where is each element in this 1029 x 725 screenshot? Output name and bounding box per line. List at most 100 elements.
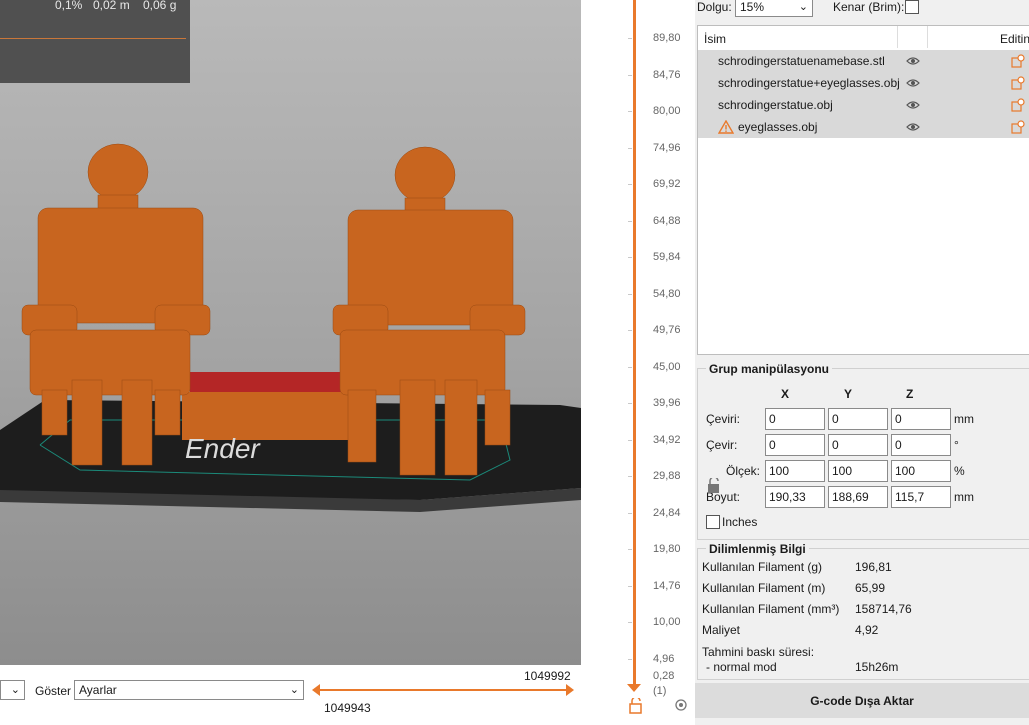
layer-slider-track[interactable] <box>633 0 636 690</box>
edit-settings-icon[interactable] <box>1011 98 1025 112</box>
object-name: eyeglasses.obj <box>738 120 818 134</box>
layer-height-label: 14,76 <box>653 579 681 592</box>
slider-left-thumb <box>312 684 320 696</box>
manip-row-label: Ölçek: <box>726 464 761 478</box>
export-gcode-button[interactable]: G-code Dışa Aktar <box>695 683 1029 718</box>
settings-cog-icon[interactable] <box>674 698 688 712</box>
group-manipulation: Grup manipülasyonu X Y Z Çeviri: 0 0 0 mm Çev… <box>697 362 1029 540</box>
manip-unit: mm <box>954 412 974 426</box>
infill-value: 15% <box>740 0 765 14</box>
manip-field[interactable]: 100 <box>891 460 951 482</box>
eye-icon[interactable] <box>906 100 920 110</box>
manip-field[interactable]: 190,33 <box>765 486 825 508</box>
goster-select[interactable]: Ayarlar ⌄ <box>74 680 304 700</box>
layer-height-label: 54,80 <box>653 287 681 300</box>
layer-height-label: 80,00 <box>653 105 681 117</box>
layer-tick <box>628 403 632 404</box>
info-value: 158714,76 <box>855 602 912 616</box>
layer-tick <box>628 658 632 660</box>
manip-field[interactable]: 115,7 <box>891 486 951 508</box>
manip-field[interactable]: 188,69 <box>828 486 888 508</box>
layer-height-label: 89,80 <box>653 32 681 44</box>
object-list-item[interactable]: schrodingerstatue+eyeglasses.obj <box>698 72 1029 94</box>
layer-tick <box>628 622 632 623</box>
view-combo[interactable]: ⌄ <box>0 680 25 700</box>
eye-icon[interactable] <box>906 56 920 66</box>
layer-tick <box>628 293 632 295</box>
col-name-header: İsim <box>704 32 726 46</box>
layer-height-label: 45,00 <box>653 360 681 373</box>
layer-tick <box>628 147 632 149</box>
layer-height-label: 64,88 <box>653 214 681 227</box>
right-statue <box>332 146 526 476</box>
layer-height-label: 34,92 <box>653 433 681 446</box>
layer-tick <box>628 476 632 477</box>
object-list-item[interactable]: schrodingerstatue.obj <box>698 94 1029 116</box>
edit-settings-icon[interactable] <box>1011 76 1025 90</box>
brim-checkbox[interactable] <box>905 0 919 14</box>
eye-icon[interactable] <box>906 78 920 88</box>
manip-field[interactable]: 100 <box>765 460 825 482</box>
info-label: Tahmini baskı süresi: <box>702 645 815 659</box>
slider-min-label: 1049943 <box>324 701 371 715</box>
3d-viewport[interactable]: 0,1% 0,02 m 0,06 g Ender <box>0 0 581 665</box>
eye-icon[interactable] <box>906 122 920 132</box>
manip-row-label: Çevir: <box>706 438 738 452</box>
manip-field[interactable]: 0 <box>765 408 825 430</box>
object-list-item[interactable]: schrodingerstatuenamebase.stl <box>698 50 1029 72</box>
info-label: Maliyet <box>702 623 741 637</box>
layer-height-label: 74,96 <box>653 141 681 154</box>
lock-icon[interactable] <box>629 698 643 714</box>
layer-height-label: 19,80 <box>653 543 681 555</box>
manip-field[interactable]: 0 <box>891 408 951 430</box>
manip-row-label: Çeviri: <box>706 412 741 426</box>
layer-slider[interactable]: 89,80 84,76 80,00 74,96 69,92 64,88 59,84 54,80… <box>581 0 695 725</box>
base-top <box>190 372 345 392</box>
layer-height-label: 4,96 <box>653 652 675 665</box>
chevron-down-icon: ⌄ <box>10 684 20 696</box>
object-list-item[interactable]: eyeglasses.obj <box>698 116 1029 138</box>
manip-field[interactable]: 100 <box>828 460 888 482</box>
layer-bottom-index: (1) <box>653 685 667 697</box>
layer-tick <box>628 111 632 112</box>
info-value: 15h26m <box>855 660 899 674</box>
layer-bottom-value: 0,28 <box>653 670 675 682</box>
goster-value: Ayarlar <box>79 683 117 697</box>
lock-scale-icon[interactable] <box>707 478 721 494</box>
layer-tick <box>628 257 632 258</box>
object-name: schrodingerstatue.obj <box>718 98 833 112</box>
manip-unit: mm <box>954 490 974 504</box>
scene: Ender <box>0 143 581 512</box>
manip-field[interactable]: 0 <box>828 408 888 430</box>
slider-right-thumb <box>566 684 574 696</box>
object-name: schrodingerstatuenamebase.stl <box>718 54 885 68</box>
layer-height-label: 69,92 <box>653 178 681 190</box>
brim-label: Kenar (Brim): <box>833 0 905 14</box>
edit-settings-icon[interactable] <box>1011 54 1025 68</box>
slider-max-label: 1049992 <box>524 669 571 683</box>
object-name: schrodingerstatue+eyeglasses.obj <box>718 76 900 90</box>
layer-tick <box>628 38 632 39</box>
axis-x-label: X <box>781 387 790 401</box>
layer-tick <box>628 184 632 185</box>
manipulation-title: Grup manipülasyonu <box>706 362 833 376</box>
horizontal-slider-thumbs[interactable] <box>312 683 582 697</box>
chevron-down-icon: ⌄ <box>289 684 299 696</box>
layer-height-label: 39,96 <box>653 397 681 409</box>
layer-tick <box>628 512 632 514</box>
inches-checkbox[interactable] <box>706 515 720 529</box>
chevron-down-icon: ⌄ <box>798 1 808 13</box>
layer-height-label: 49,76 <box>653 324 681 336</box>
edit-settings-icon[interactable] <box>1011 120 1025 134</box>
manip-field[interactable]: 0 <box>891 434 951 456</box>
infill-select[interactable]: 15% ⌄ <box>735 0 813 17</box>
manip-field[interactable]: 0 <box>765 434 825 456</box>
info-value: 4,92 <box>855 623 879 637</box>
warning-icon <box>718 120 734 134</box>
manip-field[interactable]: 0 <box>828 434 888 456</box>
object-list[interactable]: İsim Editin schrodingerstatuenamebase.st… <box>697 25 1029 355</box>
layer-thumb[interactable] <box>627 684 641 696</box>
layer-tick <box>628 585 632 587</box>
info-label: Kullanılan Filament (m) <box>702 581 826 595</box>
sliced-info-title: Dilimlenmiş Bilgi <box>706 542 809 556</box>
